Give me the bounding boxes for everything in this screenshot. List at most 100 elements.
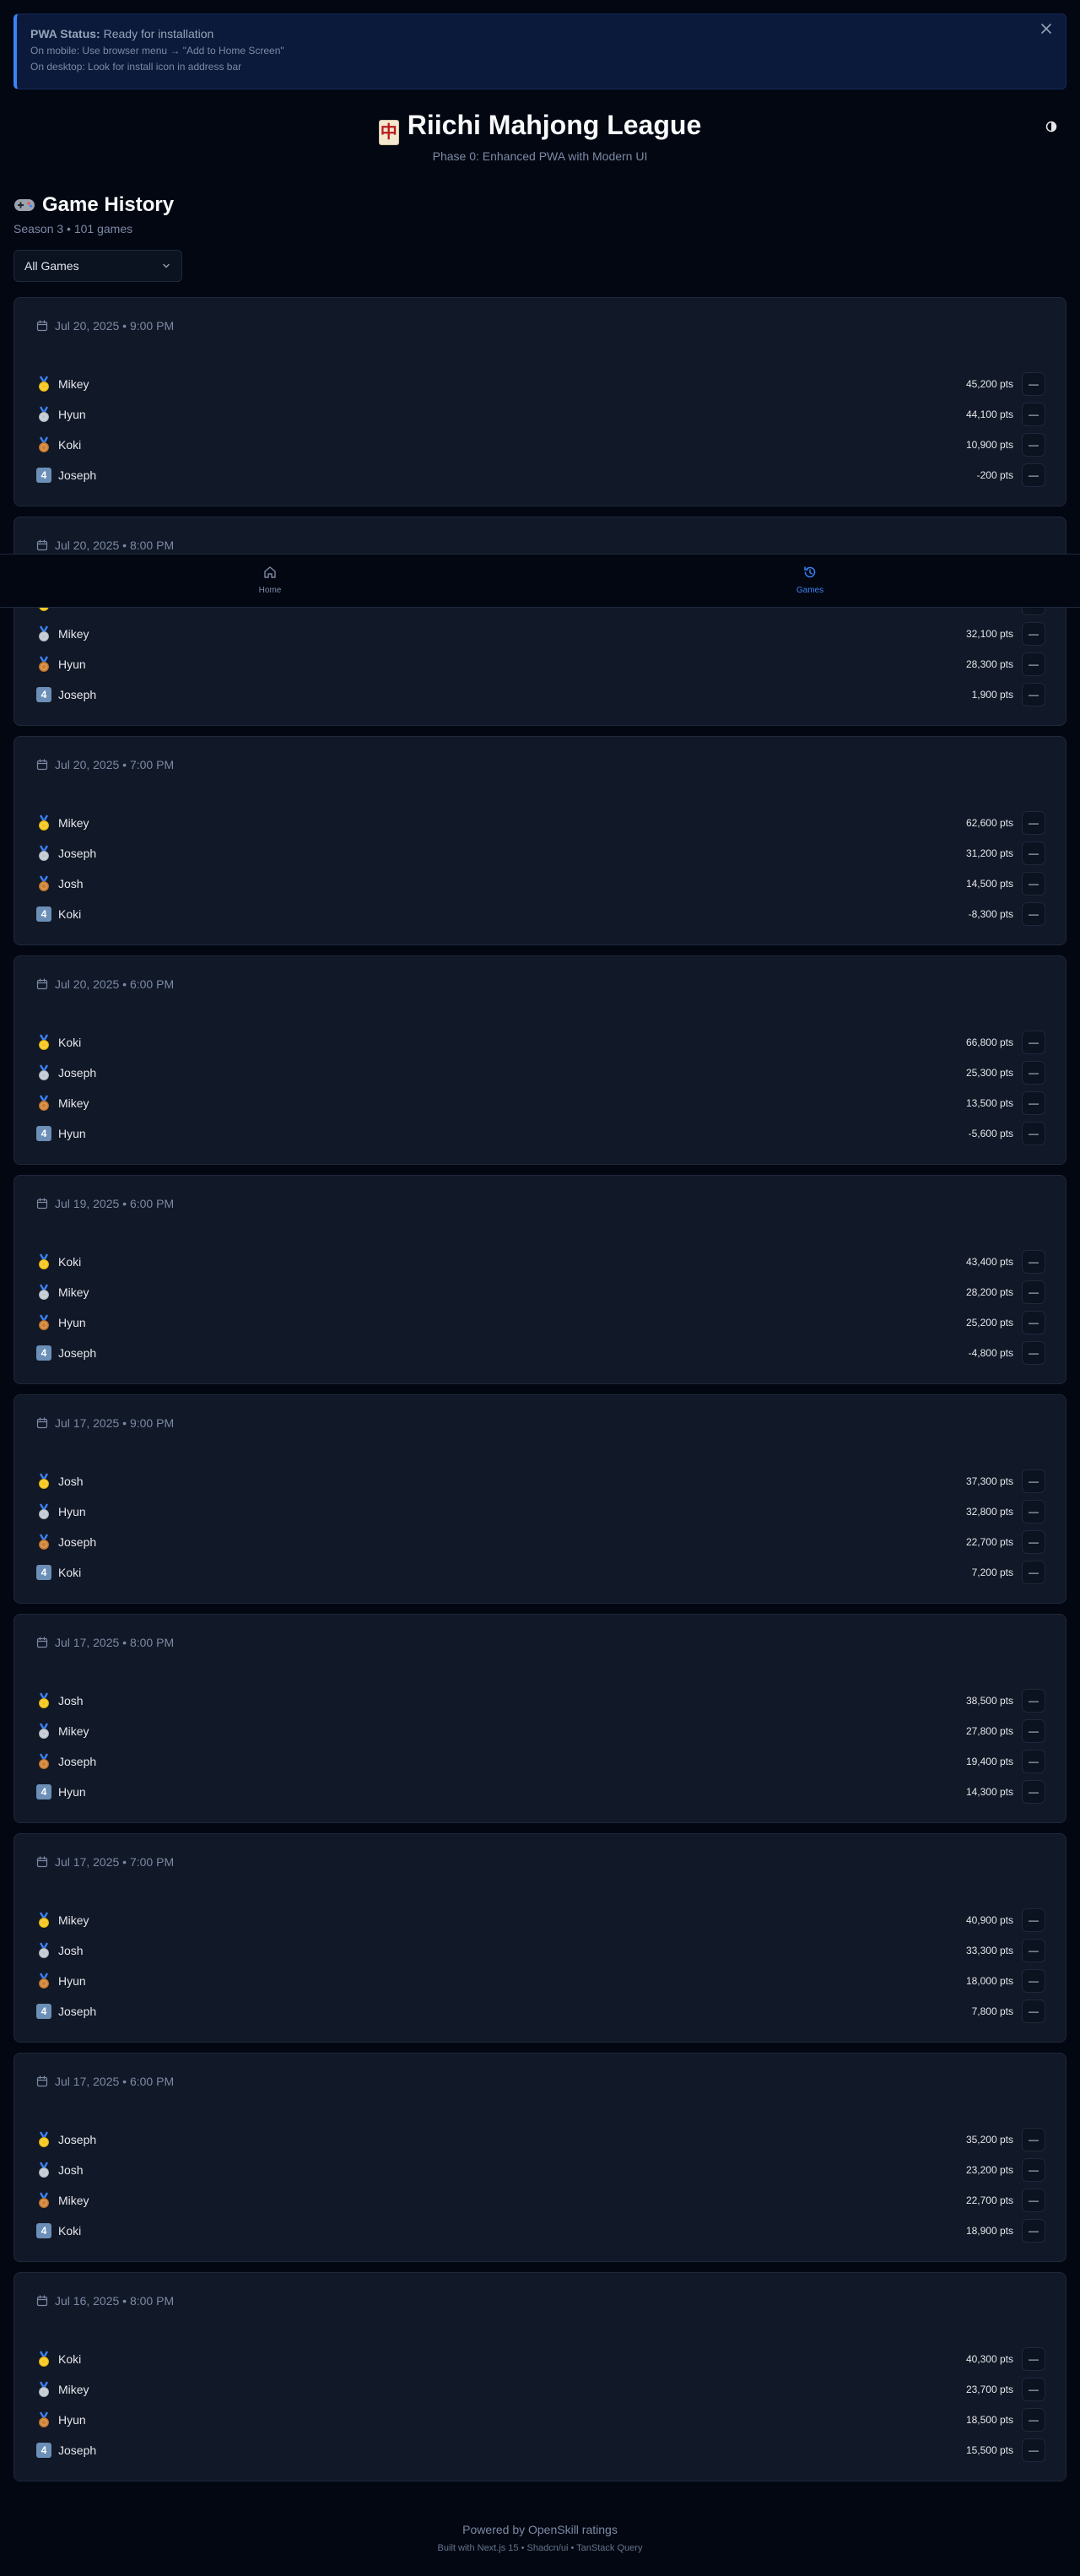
bronze-medal-icon xyxy=(36,2411,51,2428)
rank-four-icon: 4 xyxy=(36,2443,51,2458)
history-icon xyxy=(804,566,816,578)
bronze-medal-icon xyxy=(36,1534,51,1550)
rating-change-button[interactable]: — xyxy=(1022,2378,1045,2401)
gold-medal-icon xyxy=(36,2131,51,2148)
rating-change-button[interactable]: — xyxy=(1022,1341,1045,1365)
game-card: Jul 20, 2025 • 9:00 PM Mikey 45,200 pts — Hy… xyxy=(14,297,1066,506)
rating-change-button[interactable]: — xyxy=(1022,811,1045,835)
nav-item-home[interactable]: Home xyxy=(245,565,295,596)
player-row: Mikey 62,600 pts — xyxy=(36,808,1045,838)
player-row: Mikey 32,100 pts — xyxy=(36,619,1045,649)
rating-change-button[interactable]: — xyxy=(1022,1250,1045,1274)
player-row: Koki 66,800 pts — xyxy=(36,1027,1045,1058)
rating-change-button[interactable]: — xyxy=(1022,403,1045,426)
player-points: -4,800 pts xyxy=(968,1347,1013,1359)
rank-four-icon: 4 xyxy=(36,906,51,922)
nav-item-games[interactable]: Games xyxy=(785,565,835,596)
player-row: Josh 37,300 pts — xyxy=(36,1466,1045,1496)
rating-change-button[interactable]: — xyxy=(1022,683,1045,706)
player-points: 25,200 pts xyxy=(965,1317,1013,1329)
rating-change-button[interactable]: — xyxy=(1022,652,1045,676)
rating-change-button[interactable]: — xyxy=(1022,463,1045,487)
page-title-text: Game History xyxy=(42,193,175,216)
game-card: Jul 17, 2025 • 6:00 PM Joseph 35,200 pts — J… xyxy=(14,2053,1066,2262)
rank-four-icon: 4 xyxy=(36,2004,51,2019)
player-row: Koki 10,900 pts — xyxy=(36,430,1045,460)
rating-change-button[interactable]: — xyxy=(1022,1061,1045,1085)
player-points: -200 pts xyxy=(976,469,1013,481)
rating-change-button[interactable]: — xyxy=(1022,842,1045,865)
rating-change-button[interactable]: — xyxy=(1022,1530,1045,1554)
player-row: Hyun 28,300 pts — xyxy=(36,649,1045,679)
rating-change-button[interactable]: — xyxy=(1022,1939,1045,1962)
chevron-down-icon xyxy=(163,263,170,268)
pwa-status-line: PWA Status: Ready for installation xyxy=(30,26,1066,41)
rating-change-button[interactable]: — xyxy=(1022,1280,1045,1304)
rating-change-button[interactable]: — xyxy=(1022,2000,1045,2023)
rating-change-button[interactable]: — xyxy=(1022,1561,1045,1584)
rating-change-button[interactable]: — xyxy=(1022,1469,1045,1493)
rating-change-button[interactable]: — xyxy=(1022,2189,1045,2212)
rating-change-button[interactable]: — xyxy=(1022,372,1045,396)
game-card: Jul 17, 2025 • 7:00 PM Mikey 40,900 pts — Jo… xyxy=(14,1833,1066,2043)
player-name: Mikey xyxy=(58,1096,89,1110)
rating-change-button[interactable]: — xyxy=(1022,2347,1045,2371)
player-points: 31,200 pts xyxy=(965,847,1013,859)
player-points: 32,800 pts xyxy=(965,1506,1013,1518)
rating-change-button[interactable]: — xyxy=(1022,1031,1045,1054)
sun-moon-icon xyxy=(1045,121,1057,133)
rating-change-button[interactable]: — xyxy=(1022,1500,1045,1523)
rating-change-button[interactable]: — xyxy=(1022,622,1045,646)
bronze-medal-icon xyxy=(36,1973,51,1989)
nav-label-home: Home xyxy=(258,586,282,595)
pwa-desktop-hint: On desktop: Look for install icon in add… xyxy=(30,61,242,73)
rating-change-button[interactable]: — xyxy=(1022,902,1045,926)
nav-label-games: Games xyxy=(796,586,824,595)
silver-medal-icon xyxy=(36,1942,51,1959)
player-row: Joseph 25,300 pts — xyxy=(36,1058,1045,1088)
rating-change-button[interactable]: — xyxy=(1022,872,1045,896)
rating-change-button[interactable]: — xyxy=(1022,1719,1045,1743)
gold-medal-icon xyxy=(36,814,51,831)
rating-change-button[interactable]: — xyxy=(1022,1689,1045,1713)
player-name: Mikey xyxy=(58,627,89,641)
rating-change-button[interactable]: — xyxy=(1022,2408,1045,2432)
game-filter-value: All Games xyxy=(24,259,79,273)
player-name: Hyun xyxy=(58,408,86,421)
rating-change-button[interactable]: — xyxy=(1022,2158,1045,2182)
rating-change-button[interactable]: — xyxy=(1022,1750,1045,1773)
silver-medal-icon xyxy=(36,1064,51,1081)
game-date-text: Jul 17, 2025 • 8:00 PM xyxy=(55,1636,175,1649)
rating-change-button[interactable]: — xyxy=(1022,1311,1045,1334)
player-points: 14,300 pts xyxy=(965,1786,1013,1798)
rating-change-button[interactable]: — xyxy=(1022,2219,1045,2243)
player-points: 33,300 pts xyxy=(965,1945,1013,1956)
game-controller-icon xyxy=(14,195,35,220)
player-name: Joseph xyxy=(58,2005,97,2018)
player-name: Koki xyxy=(58,907,82,921)
rating-change-button[interactable]: — xyxy=(1022,1969,1045,1993)
rank-four-icon: 4 xyxy=(36,1126,51,1141)
close-icon[interactable] xyxy=(1039,23,1054,38)
player-points: 40,900 pts xyxy=(965,1914,1013,1926)
rating-change-button[interactable]: — xyxy=(1022,1780,1045,1804)
player-row: Joseph 22,700 pts — xyxy=(36,1527,1045,1557)
rating-change-button[interactable]: — xyxy=(1022,1908,1045,1932)
theme-toggle-button[interactable] xyxy=(1040,115,1063,138)
player-points: 40,300 pts xyxy=(965,2353,1013,2365)
rating-change-button[interactable]: — xyxy=(1022,433,1045,457)
silver-medal-icon xyxy=(36,1723,51,1740)
player-row: Mikey 22,700 pts — xyxy=(36,2185,1045,2216)
gold-medal-icon xyxy=(36,1034,51,1051)
rating-change-button[interactable]: — xyxy=(1022,1091,1045,1115)
player-name: Mikey xyxy=(58,2194,89,2207)
rating-change-button[interactable]: — xyxy=(1022,2438,1045,2462)
rating-change-button[interactable]: — xyxy=(1022,1122,1045,1145)
silver-medal-icon xyxy=(36,2381,51,2398)
game-filter-select[interactable]: All Games xyxy=(14,250,182,282)
calendar-icon xyxy=(36,978,48,990)
rating-change-button[interactable]: — xyxy=(1022,2128,1045,2151)
game-date-text: Jul 20, 2025 • 9:00 PM xyxy=(55,319,175,333)
calendar-icon xyxy=(36,1417,48,1429)
game-date: Jul 17, 2025 • 6:00 PM xyxy=(36,2074,174,2089)
